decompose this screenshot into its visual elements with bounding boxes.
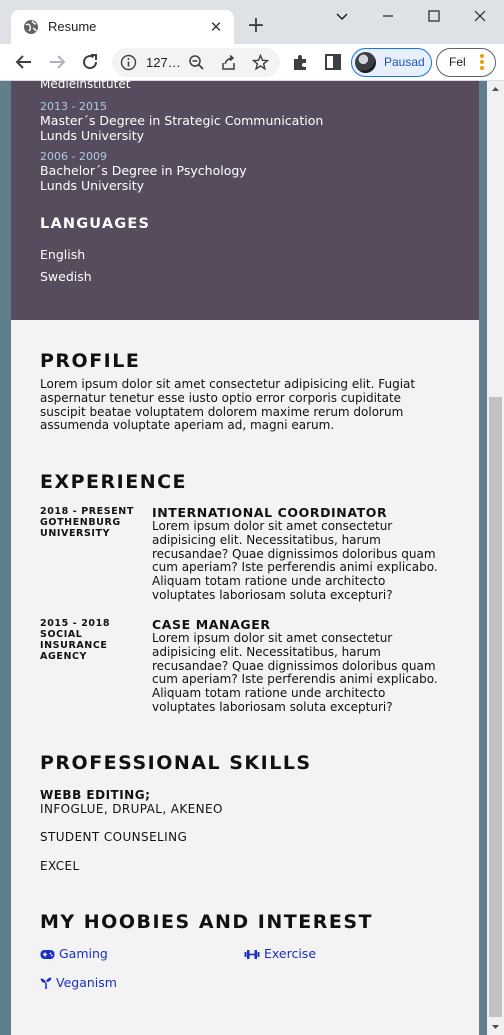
reload-icon[interactable]	[78, 50, 102, 74]
maximize-icon[interactable]	[424, 6, 444, 26]
skill-item: EXCEL	[40, 859, 80, 873]
hobby-label[interactable]: Veganism	[56, 975, 117, 990]
experience-org: SOCIAL INSURANCE AGENCY	[40, 629, 108, 662]
back-arrow-icon[interactable]	[12, 50, 36, 74]
share-icon[interactable]	[220, 54, 237, 71]
seedling-icon	[40, 977, 52, 989]
browser-tab[interactable]: Resume ✕	[11, 10, 234, 46]
error-menu-button[interactable]: Fel	[436, 48, 496, 77]
skill-web-label: WEBB EDITING;	[40, 788, 151, 802]
page-viewport[interactable]: Medieinstitutet 2013 - 2015 Master´s Deg…	[0, 77, 504, 1035]
hobby-label[interactable]: Exercise	[264, 946, 316, 961]
experience-meta: 2018 - PRESENT GOTHENBURG UNIVERSITY	[40, 506, 145, 539]
minimize-icon[interactable]	[378, 6, 398, 26]
education-school-partial: Medieinstitutet	[40, 77, 131, 91]
globe-icon	[24, 20, 38, 34]
resume-sidebar: Medieinstitutet 2013 - 2015 Master´s Deg…	[11, 77, 479, 320]
education-degree: Bachelor´s Degree in Psychology	[40, 163, 247, 178]
education-item: 2013 - 2015 Master´s Degree in Strategic…	[40, 100, 323, 143]
tab-search-chevron-icon[interactable]	[332, 6, 352, 26]
profile-heading: PROFILE	[40, 350, 141, 372]
education-years: 2013 - 2015	[40, 100, 107, 113]
profile-text: Lorem ipsum dolor sit amet consectetur a…	[40, 377, 416, 433]
browser-toolbar: 127… Pausad Fel	[0, 44, 504, 81]
forward-arrow-icon[interactable]	[45, 50, 69, 74]
hobby-exercise[interactable]: Exercise	[244, 946, 316, 961]
resume-main: PROFILE Lorem ipsum dolor sit amet conse…	[11, 320, 479, 1035]
extensions-puzzle-icon[interactable]	[289, 50, 313, 74]
experience-years: 2015 - 2018	[40, 618, 111, 629]
language-item: Swedish	[40, 269, 92, 284]
dumbbell-icon	[244, 950, 260, 959]
hobbies-heading: MY HOOBIES AND INTEREST	[40, 911, 373, 933]
url-text[interactable]: 127…	[146, 55, 181, 70]
scroll-up-arrow-icon[interactable]	[487, 81, 504, 98]
experience-org: GOTHENBURG UNIVERSITY	[40, 517, 121, 539]
experience-heading: EXPERIENCE	[40, 471, 188, 493]
hobby-veganism[interactable]: Veganism	[40, 975, 117, 990]
page-scrollbar[interactable]	[487, 81, 504, 1035]
experience-years: 2018 - PRESENT	[40, 506, 134, 517]
info-icon[interactable]	[120, 54, 137, 71]
side-panel-icon[interactable]	[321, 50, 345, 74]
close-window-icon[interactable]	[470, 6, 490, 26]
language-item: English	[40, 247, 86, 262]
new-tab-button[interactable]: +	[245, 15, 267, 37]
bookmark-star-icon[interactable]	[252, 54, 269, 71]
experience-description: Lorem ipsum dolor sit amet consectetur a…	[152, 519, 438, 602]
avatar	[355, 52, 376, 73]
experience-title: CASE MANAGER	[152, 617, 271, 632]
experience-meta: 2015 - 2018 SOCIAL INSURANCE AGENCY	[40, 618, 145, 662]
profile-status-label: Pausad	[384, 55, 425, 69]
scroll-down-arrow-icon[interactable]	[487, 1018, 504, 1035]
skills-heading: PROFESSIONAL SKILLS	[40, 752, 312, 774]
experience-description: Lorem ipsum dolor sit amet consectetur a…	[152, 631, 438, 714]
education-degree: Master´s Degree in Strategic Communicati…	[40, 113, 324, 128]
close-tab-icon[interactable]: ✕	[206, 17, 226, 37]
scrollbar-thumb[interactable]	[489, 397, 502, 1017]
languages-heading: LANGUAGES	[40, 216, 151, 232]
education-school: Lunds University	[40, 178, 145, 193]
tab-title: Resume	[48, 19, 97, 34]
error-label: Fel	[449, 55, 466, 69]
kebab-menu-icon	[480, 54, 484, 71]
profile-button[interactable]: Pausad	[351, 48, 432, 77]
education-school: Lunds University	[40, 128, 145, 143]
skill-item: STUDENT COUNSELING	[40, 830, 188, 844]
address-bar[interactable]: 127…	[112, 48, 280, 77]
education-years: 2006 - 2009	[40, 150, 107, 163]
skill-web-items: INFOGLUE, DRUPAL, AKENEO	[40, 802, 223, 816]
hobby-label[interactable]: Gaming	[59, 946, 108, 961]
browser-titlebar: Resume ✕ +	[0, 0, 504, 46]
gamepad-icon	[40, 950, 55, 959]
education-item: 2006 - 2009 Bachelor´s Degree in Psychol…	[40, 150, 247, 193]
experience-title: INTERNATIONAL COORDINATOR	[152, 505, 388, 520]
zoom-out-icon[interactable]	[188, 54, 205, 71]
hobby-gaming[interactable]: Gaming	[40, 946, 108, 961]
